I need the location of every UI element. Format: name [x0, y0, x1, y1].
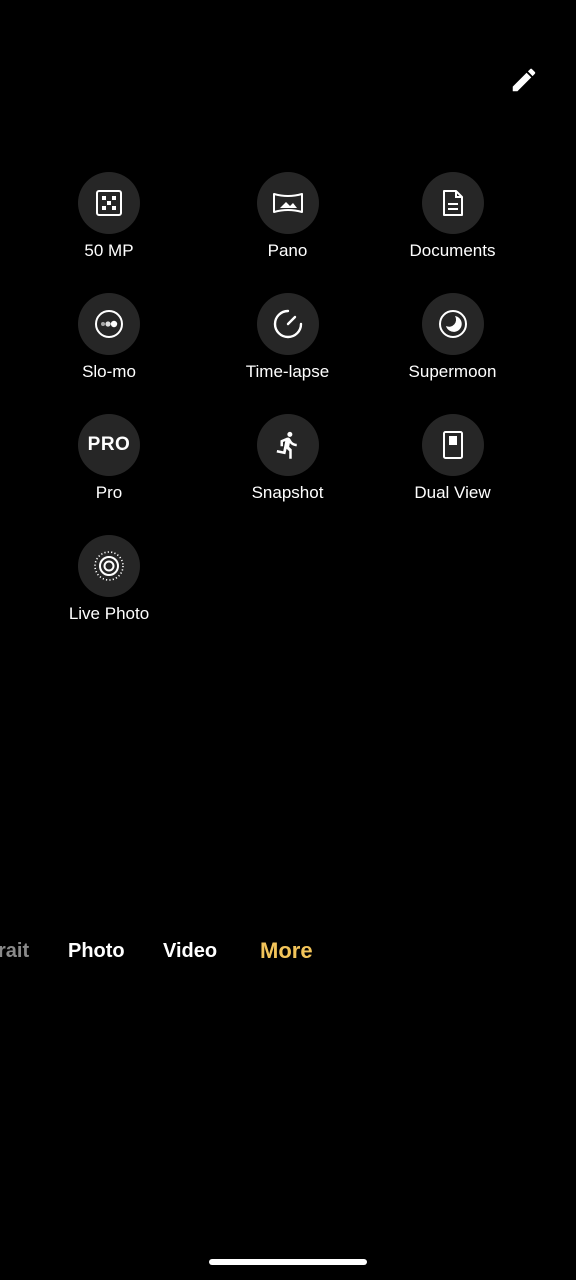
mode-pano[interactable]: Pano: [215, 172, 360, 262]
tab-portrait[interactable]: rait: [0, 934, 29, 968]
live-photo-icon: [78, 535, 140, 597]
edit-button[interactable]: [506, 62, 542, 98]
mode-label: Dual View: [414, 483, 491, 502]
mode-label: Pano: [267, 241, 308, 260]
camera-more-modes-screen: 50 MP Pano Documents Slo-mo Time-lapse S…: [0, 0, 576, 1280]
slow-motion-icon: [78, 293, 140, 355]
mode-label: Live Photo: [68, 604, 150, 623]
mode-label: Documents: [409, 241, 496, 260]
mode-live-photo[interactable]: Live Photo: [0, 535, 215, 625]
mode-supermoon[interactable]: Supermoon: [360, 293, 576, 383]
camera-mode-bar: rait Photo Video More: [0, 934, 576, 968]
mode-snapshot[interactable]: Snapshot: [215, 414, 360, 504]
pro-text-icon: PRO: [78, 414, 140, 476]
mode-50mp[interactable]: 50 MP: [0, 172, 215, 262]
document-icon: [421, 172, 484, 234]
pencil-icon: [512, 68, 536, 92]
moon-icon: [421, 293, 484, 355]
timer-dial-icon: [256, 293, 319, 355]
tab-photo[interactable]: Photo: [68, 934, 125, 968]
panorama-icon: [256, 172, 319, 234]
mode-slo-mo[interactable]: Slo-mo: [0, 293, 215, 383]
mode-documents[interactable]: Documents: [360, 172, 576, 262]
mode-label: Time-lapse: [245, 362, 330, 381]
mode-time-lapse[interactable]: Time-lapse: [215, 293, 360, 383]
mode-label: Slo-mo: [82, 362, 136, 381]
mode-label: Supermoon: [408, 362, 497, 381]
grid-dots-icon: [78, 172, 140, 234]
mode-pro[interactable]: PRO Pro: [0, 414, 215, 504]
tab-more[interactable]: More: [260, 934, 313, 968]
dual-view-icon: [421, 414, 484, 476]
running-person-icon: [256, 414, 319, 476]
home-indicator[interactable]: [209, 1259, 367, 1265]
mode-label: 50 MP: [84, 241, 134, 260]
mode-grid: 50 MP Pano Documents Slo-mo Time-lapse S…: [0, 172, 576, 625]
mode-dual-view[interactable]: Dual View: [360, 414, 576, 504]
tab-video[interactable]: Video: [163, 934, 217, 968]
pro-icon-text: PRO: [87, 434, 131, 455]
mode-label: Pro: [95, 483, 123, 502]
mode-label: Snapshot: [251, 483, 324, 502]
